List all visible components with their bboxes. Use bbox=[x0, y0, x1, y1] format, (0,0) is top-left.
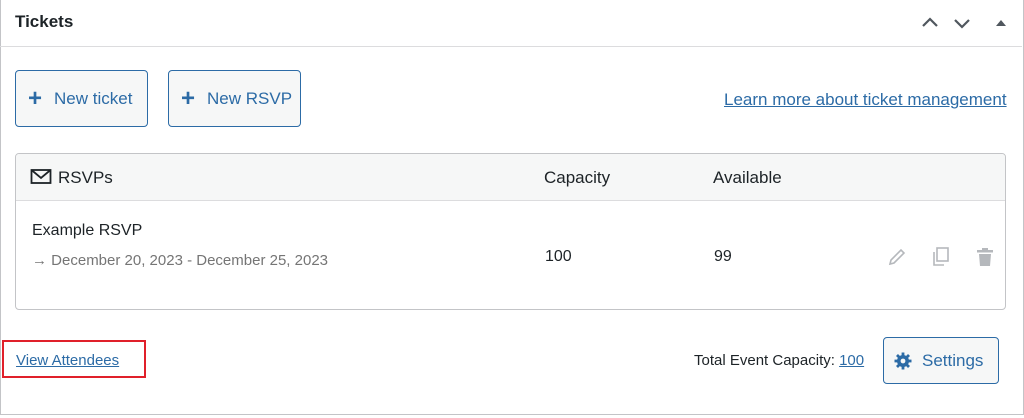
rsvp-table: RSVPs Capacity Available Example RSVP → … bbox=[15, 153, 1006, 310]
duplicate-icon[interactable] bbox=[930, 246, 952, 268]
new-ticket-label: New ticket bbox=[54, 88, 133, 108]
new-ticket-button[interactable]: + New ticket bbox=[15, 70, 148, 127]
plus-icon: + bbox=[28, 84, 43, 112]
col-header-capacity: Capacity bbox=[544, 168, 611, 187]
rsvp-date-range: December 20, 2023 - December 25, 2023 bbox=[51, 252, 328, 269]
gear-icon bbox=[894, 352, 912, 370]
rsvp-available: 99 bbox=[714, 248, 732, 265]
arrow-right-icon: → bbox=[32, 252, 47, 269]
trash-icon[interactable] bbox=[974, 246, 996, 268]
new-rsvp-button[interactable]: + New RSVP bbox=[168, 70, 301, 127]
col-header-available: Available bbox=[713, 168, 782, 187]
rsvp-dates: → December 20, 2023 - December 25, 2023 bbox=[32, 248, 332, 273]
total-capacity-label: Total Event Capacity: bbox=[694, 352, 835, 369]
rsvp-name: Example RSVP bbox=[32, 222, 143, 239]
view-attendees-link[interactable]: View Attendees bbox=[16, 352, 119, 369]
view-attendees-highlight: View Attendees bbox=[2, 340, 146, 378]
rsvp-capacity: 100 bbox=[545, 248, 572, 265]
settings-label: Settings bbox=[922, 350, 984, 370]
chevron-down-icon[interactable] bbox=[951, 12, 973, 34]
triangle-up-icon[interactable] bbox=[990, 12, 1012, 34]
panel-header: Tickets bbox=[0, 0, 1022, 47]
panel-title: Tickets bbox=[15, 12, 74, 31]
col-header-rsvps: RSVPs bbox=[58, 168, 113, 187]
chevron-up-icon[interactable] bbox=[919, 12, 941, 34]
total-capacity-value[interactable]: 100 bbox=[839, 352, 864, 369]
new-rsvp-label: New RSVP bbox=[207, 88, 293, 108]
total-capacity: Total Event Capacity: 100 bbox=[694, 352, 864, 369]
settings-button[interactable]: Settings bbox=[883, 337, 999, 384]
pencil-icon[interactable] bbox=[886, 246, 908, 268]
table-header: RSVPs Capacity Available bbox=[16, 154, 1005, 201]
envelope-icon bbox=[30, 168, 52, 191]
plus-icon: + bbox=[181, 84, 196, 112]
learn-more-link[interactable]: Learn more about ticket management bbox=[724, 90, 1007, 110]
